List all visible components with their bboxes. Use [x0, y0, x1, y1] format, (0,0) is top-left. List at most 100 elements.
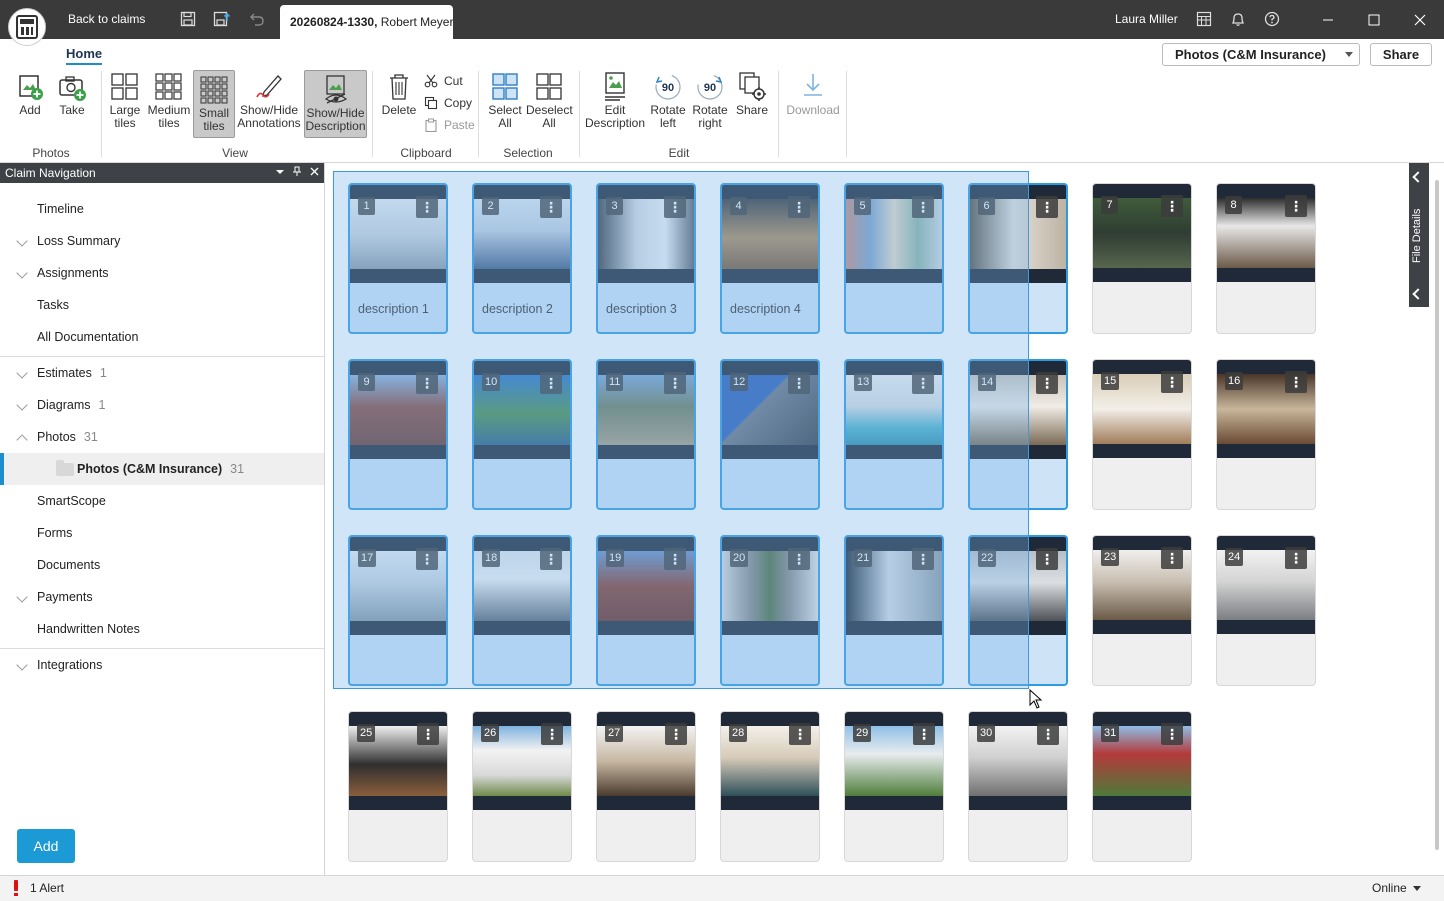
kebab-menu-icon[interactable]: ⋮ — [540, 372, 562, 394]
paste-button[interactable]: Paste — [422, 116, 475, 134]
photo-thumbnail[interactable]: 17 ⋮ — [350, 537, 446, 635]
show-hide-description-button[interactable]: Show/Hide Description — [304, 70, 367, 138]
photo-thumbnail[interactable]: 13 ⋮ — [846, 361, 942, 459]
kebab-menu-icon[interactable]: ⋮ — [540, 196, 562, 218]
photo-thumbnail[interactable]: 4 ⋮ — [722, 185, 818, 283]
save-icon[interactable] — [177, 8, 199, 30]
calendar-grid-icon[interactable] — [1193, 8, 1215, 30]
photo-tile-4[interactable]: 4 ⋮ description 4 — [720, 183, 820, 334]
rotate-right-button[interactable]: 90 Rotate right — [691, 70, 729, 130]
photo-thumbnail[interactable]: 21 ⋮ — [846, 537, 942, 635]
kebab-menu-icon[interactable]: ⋮ — [417, 723, 439, 745]
photo-thumbnail[interactable]: 12 ⋮ — [722, 361, 818, 459]
deselect-all-button[interactable]: Deselect All — [526, 70, 573, 130]
nav-loss-summary[interactable]: Loss Summary — [0, 225, 324, 257]
photo-tile-11[interactable]: 11 ⋮ — [596, 359, 696, 510]
user-name[interactable]: Laura Miller — [1115, 0, 1178, 39]
share-button-top[interactable]: Share — [1370, 43, 1432, 66]
edit-description-button[interactable]: Edit Description — [584, 70, 646, 130]
kebab-menu-icon[interactable]: ⋮ — [416, 548, 438, 570]
kebab-menu-icon[interactable]: ⋮ — [664, 372, 686, 394]
photo-tile-27[interactable]: 27 ⋮ — [596, 711, 696, 862]
photo-tile-28[interactable]: 28 ⋮ — [720, 711, 820, 862]
back-to-claims-button[interactable]: Back to claims — [56, 0, 157, 39]
photo-thumbnail[interactable]: 19 ⋮ — [598, 537, 694, 635]
photo-tile-7[interactable]: 7 ⋮ — [1092, 183, 1192, 334]
chevron-up-icon[interactable] — [16, 434, 28, 446]
kebab-menu-icon[interactable]: ⋮ — [1285, 371, 1307, 393]
download-button[interactable]: Download — [784, 70, 842, 117]
online-status-dropdown[interactable]: Online — [1372, 876, 1421, 900]
rotate-left-button[interactable]: 90 Rotate left — [649, 70, 687, 130]
kebab-menu-icon[interactable]: ⋮ — [912, 548, 934, 570]
panel-menu-icon[interactable] — [272, 163, 288, 183]
photo-tile-13[interactable]: 13 ⋮ — [844, 359, 944, 510]
maximize-icon[interactable] — [1351, 0, 1397, 39]
kebab-menu-icon[interactable]: ⋮ — [1036, 196, 1058, 218]
photo-thumbnail[interactable]: 2 ⋮ — [474, 185, 570, 283]
undo-icon[interactable] — [246, 8, 268, 30]
photo-thumbnail[interactable]: 10 ⋮ — [474, 361, 570, 459]
photo-thumbnail[interactable]: 8 ⋮ — [1217, 184, 1315, 282]
photo-tile-10[interactable]: 10 ⋮ — [472, 359, 572, 510]
app-logo-icon[interactable] — [8, 8, 46, 46]
photo-grid[interactable]: 31 ⋮ 30 ⋮ 29 ⋮ 28 ⋮ 27 ⋮ 26 ⋮ 25 ⋮ 24 ⋮ 23 ⋮ 22 ⋮ 21 ⋮ 20 ⋮ 19 ⋮ 1… — [326, 163, 1444, 875]
photo-thumbnail[interactable]: 28 ⋮ — [721, 712, 819, 810]
photo-thumbnail[interactable]: 14 ⋮ — [970, 361, 1066, 459]
photo-tile-24[interactable]: 24 ⋮ — [1216, 535, 1316, 686]
album-dropdown[interactable]: Photos (C&M Insurance) — [1162, 43, 1360, 66]
nav-tasks[interactable]: Tasks — [0, 289, 324, 321]
delete-button[interactable]: Delete — [379, 70, 419, 117]
photo-thumbnail[interactable]: 25 ⋮ — [349, 712, 447, 810]
photo-thumbnail[interactable]: 29 ⋮ — [845, 712, 943, 810]
chevron-down-icon[interactable] — [16, 659, 28, 671]
save-upload-icon[interactable] — [211, 8, 233, 30]
photo-tile-9[interactable]: 9 ⋮ — [348, 359, 448, 510]
photo-tile-25[interactable]: 25 ⋮ — [348, 711, 448, 862]
kebab-menu-icon[interactable]: ⋮ — [416, 372, 438, 394]
document-tab[interactable]: 20260824-1330, Robert Meyer — [280, 5, 453, 39]
photo-tile-26[interactable]: 26 ⋮ — [472, 711, 572, 862]
share-photos-button[interactable]: Share — [733, 70, 771, 117]
add-photo-button[interactable]: Add — [12, 70, 48, 117]
kebab-menu-icon[interactable]: ⋮ — [788, 196, 810, 218]
photo-tile-30[interactable]: 30 ⋮ — [968, 711, 1068, 862]
chevron-down-icon[interactable] — [16, 367, 28, 379]
nav-estimates[interactable]: Estimates 1 — [0, 357, 324, 389]
photo-thumbnail[interactable]: 3 ⋮ — [598, 185, 694, 283]
photo-thumbnail[interactable]: 22 ⋮ — [970, 537, 1066, 635]
photo-thumbnail[interactable]: 18 ⋮ — [474, 537, 570, 635]
photo-thumbnail[interactable]: 24 ⋮ — [1217, 536, 1315, 634]
chevron-down-icon[interactable] — [16, 235, 28, 247]
alert-icon[interactable] — [14, 880, 18, 896]
nav-smartscope[interactable]: SmartScope — [0, 485, 324, 517]
photo-thumbnail[interactable]: 7 ⋮ — [1093, 184, 1191, 282]
kebab-menu-icon[interactable]: ⋮ — [540, 548, 562, 570]
kebab-menu-icon[interactable]: ⋮ — [541, 723, 563, 745]
kebab-menu-icon[interactable]: ⋮ — [665, 723, 687, 745]
minimize-icon[interactable] — [1305, 0, 1351, 39]
photo-thumbnail[interactable]: 20 ⋮ — [722, 537, 818, 635]
photo-thumbnail[interactable]: 23 ⋮ — [1093, 536, 1191, 634]
photo-tile-8[interactable]: 8 ⋮ — [1216, 183, 1316, 334]
kebab-menu-icon[interactable]: ⋮ — [912, 196, 934, 218]
show-hide-annotations-button[interactable]: Show/Hide Annotations — [237, 70, 301, 130]
take-photo-button[interactable]: Take — [54, 70, 90, 117]
chevron-down-icon[interactable] — [16, 399, 28, 411]
photo-thumbnail[interactable]: 30 ⋮ — [969, 712, 1067, 810]
photo-tile-12[interactable]: 12 ⋮ — [720, 359, 820, 510]
photo-thumbnail[interactable]: 15 ⋮ — [1093, 360, 1191, 458]
kebab-menu-icon[interactable]: ⋮ — [1285, 547, 1307, 569]
photo-tile-17[interactable]: 17 ⋮ — [348, 535, 448, 686]
nav-handwritten-notes[interactable]: Handwritten Notes — [0, 613, 324, 645]
kebab-menu-icon[interactable]: ⋮ — [1037, 723, 1059, 745]
photo-tile-31[interactable]: 31 ⋮ — [1092, 711, 1192, 862]
kebab-menu-icon[interactable]: ⋮ — [788, 548, 810, 570]
photo-tile-21[interactable]: 21 ⋮ — [844, 535, 944, 686]
select-all-button[interactable]: Select All — [486, 70, 524, 130]
medium-tiles-button[interactable]: Medium tiles — [147, 70, 191, 130]
vertical-scrollbar[interactable] — [1435, 180, 1439, 850]
file-details-rail[interactable]: File Details — [1409, 163, 1429, 307]
kebab-menu-icon[interactable]: ⋮ — [1161, 371, 1183, 393]
close-icon[interactable] — [1397, 0, 1443, 39]
